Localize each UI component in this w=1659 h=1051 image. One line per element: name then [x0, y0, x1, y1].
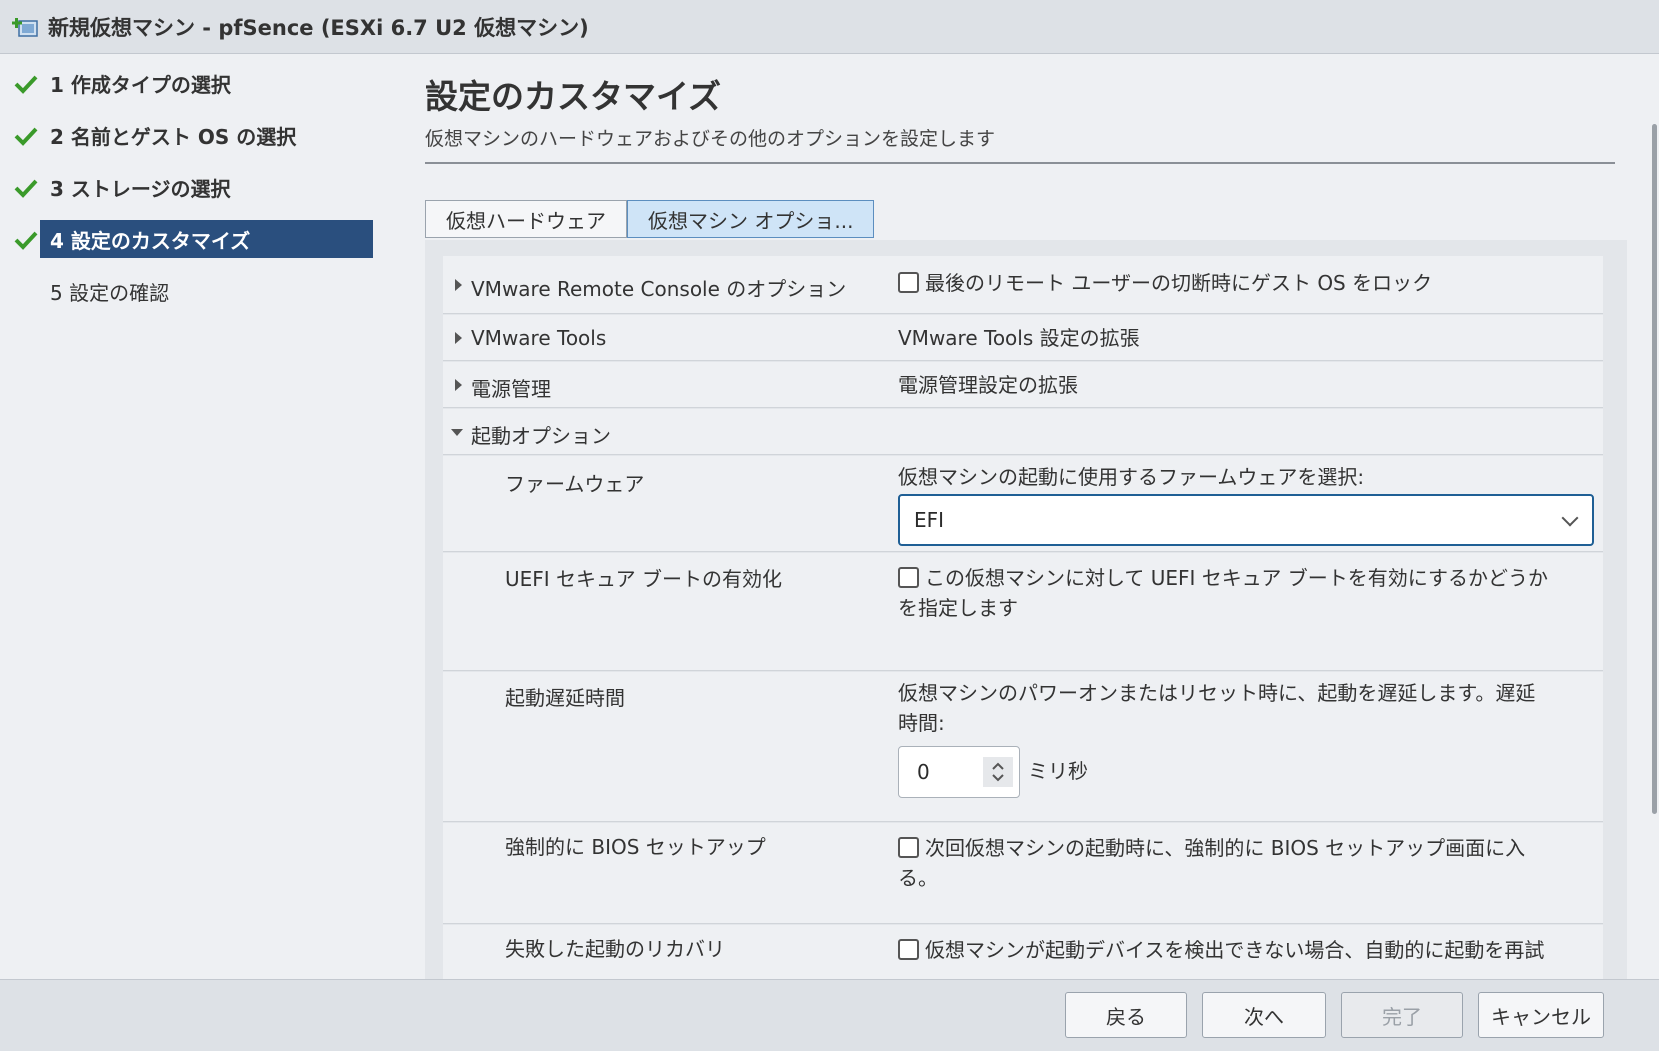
boot-delay-desc-cont: 時間:	[898, 711, 945, 735]
step-1-select-type[interactable]: 1 作成タイプの選択	[40, 64, 373, 102]
window-title: 新規仮想マシン - pfSence (ESXi 6.7 U2 仮想マシン)	[48, 15, 589, 40]
check-icon	[14, 126, 38, 146]
recovery-checkbox-row[interactable]: 仮想マシンが起動デバイスを検出できない場合、自動的に起動を再試	[898, 935, 1544, 965]
vm-options-panel: VMware Remote Console のオプション 最後のリモート ユーザ…	[425, 240, 1627, 979]
wizard-steps: 1 作成タイプの選択 2 名前とゲスト OS の選択 3 ストレージの選択 4 …	[0, 54, 395, 979]
secure-boot-checkbox-row[interactable]: この仮想マシンに対して UEFI セキュア ブートを有効にするかどうか	[898, 563, 1548, 593]
remote-console-label[interactable]: VMware Remote Console のオプション	[471, 273, 846, 302]
force-bios-checkbox-row[interactable]: 次回仮想マシンの起動時に、強制的に BIOS セットアップ画面に入	[898, 833, 1525, 863]
check-icon	[14, 230, 38, 250]
spinner-arrows-icon[interactable]	[983, 757, 1013, 787]
recovery-checkbox[interactable]	[898, 939, 919, 960]
boot-delay-desc: 仮想マシンのパワーオンまたはリセット時に、起動を遅延します。遅延	[898, 681, 1536, 705]
recovery-label: 失敗した起動のリカバリ	[505, 937, 725, 961]
next-button[interactable]: 次へ	[1202, 992, 1326, 1038]
boot-options-label[interactable]: 起動オプション	[471, 420, 611, 449]
app-vm-add-icon	[12, 14, 40, 40]
force-bios-desc-cont: る。	[898, 866, 938, 890]
power-value: 電源管理設定の拡張	[898, 373, 1078, 397]
divider	[425, 162, 1615, 164]
page-subtitle: 仮想マシンのハードウェアおよびその他のオプションを設定します	[425, 128, 996, 150]
vertical-scrollbar[interactable]	[1652, 124, 1657, 814]
option-row-remote-console: VMware Remote Console のオプション 最後のリモート ユーザ…	[443, 256, 1603, 314]
cancel-button[interactable]: キャンセル	[1478, 992, 1604, 1038]
secure-boot-checkbox[interactable]	[898, 567, 919, 588]
firmware-select[interactable]: EFI	[898, 494, 1594, 546]
back-button[interactable]: 戻る	[1065, 992, 1187, 1038]
boot-delay-label: 起動遅延時間	[505, 686, 625, 710]
secure-boot-desc-cont: を指定します	[898, 596, 1018, 620]
wizard-footer: 戻る 次へ 完了 キャンセル	[0, 979, 1659, 1051]
tab-virtual-hardware[interactable]: 仮想ハードウェア	[425, 200, 627, 238]
lock-guest-os-checkbox[interactable]	[898, 272, 919, 293]
collapse-down-icon[interactable]	[451, 429, 463, 436]
firmware-prompt: 仮想マシンの起動に使用するファームウェアを選択:	[898, 465, 1365, 489]
option-row-force-bios: 強制的に BIOS セットアップ 次回仮想マシンの起動時に、強制的に BIOS …	[443, 823, 1603, 924]
option-row-firmware: ファームウェア 仮想マシンの起動に使用するファームウェアを選択: EFI	[443, 456, 1603, 552]
check-icon	[14, 74, 38, 94]
boot-delay-unit: ミリ秒	[1028, 759, 1088, 783]
chevron-down-icon	[1561, 509, 1579, 527]
option-row-recovery: 失敗した起動のリカバリ 仮想マシンが起動デバイスを検出できない場合、自動的に起動…	[443, 925, 1603, 979]
vmware-tools-value: VMware Tools 設定の拡張	[898, 326, 1140, 350]
tab-bar: 仮想ハードウェア 仮想マシン オプショ...	[425, 200, 875, 238]
boot-delay-input[interactable]: 0	[898, 746, 1020, 798]
option-row-vmware-tools: VMware Tools VMware Tools 設定の拡張	[443, 315, 1603, 361]
option-row-boot: 起動オプション	[443, 409, 1603, 455]
tab-vm-options[interactable]: 仮想マシン オプショ...	[627, 200, 875, 238]
page-title: 設定のカスタマイズ	[425, 77, 722, 116]
step-2-name-guest-os[interactable]: 2 名前とゲスト OS の選択	[40, 116, 373, 154]
finish-button[interactable]: 完了	[1341, 992, 1463, 1038]
secure-boot-label: UEFI セキュア ブートの有効化	[505, 567, 782, 591]
main-content: 設定のカスタマイズ 仮想マシンのハードウェアおよびその他のオプションを設定します…	[395, 54, 1659, 979]
expand-right-icon[interactable]	[455, 332, 462, 344]
expand-right-icon[interactable]	[455, 379, 462, 391]
option-row-boot-delay: 起動遅延時間 仮想マシンのパワーオンまたはリセット時に、起動を遅延します。遅延 …	[443, 672, 1603, 822]
option-row-power: 電源管理 電源管理設定の拡張	[443, 362, 1603, 408]
check-icon	[14, 178, 38, 198]
window-titlebar: 新規仮想マシン - pfSence (ESXi 6.7 U2 仮想マシン)	[0, 0, 1659, 54]
power-label[interactable]: 電源管理	[471, 373, 551, 402]
firmware-label: ファームウェア	[505, 472, 645, 496]
force-bios-checkbox[interactable]	[898, 837, 919, 858]
step-4-customize-settings[interactable]: 4 設定のカスタマイズ	[40, 220, 373, 258]
option-row-secure-boot: UEFI セキュア ブートの有効化 この仮想マシンに対して UEFI セキュア …	[443, 553, 1603, 671]
step-5-review[interactable]: 5 設定の確認	[40, 272, 373, 310]
expand-right-icon[interactable]	[455, 279, 462, 291]
step-3-select-storage[interactable]: 3 ストレージの選択	[40, 168, 373, 206]
vmware-tools-label[interactable]: VMware Tools	[471, 326, 606, 350]
lock-guest-os-checkbox-row[interactable]: 最後のリモート ユーザーの切断時にゲスト OS をロック	[898, 268, 1432, 298]
force-bios-label: 強制的に BIOS セットアップ	[505, 835, 766, 859]
